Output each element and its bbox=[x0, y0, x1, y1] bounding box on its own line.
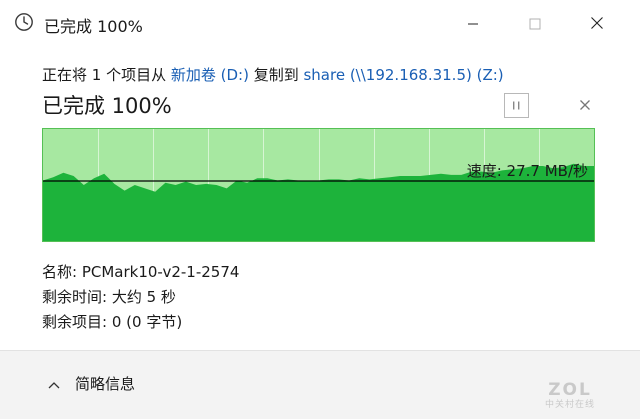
copy-description: 正在将 1 个项目从 新加卷 (D:) 复制到 share (\\192.168… bbox=[42, 64, 504, 85]
destination-link[interactable]: share (\\192.168.31.5) (Z:) bbox=[303, 66, 503, 84]
window-title: 已完成 100% bbox=[44, 17, 143, 36]
detail-row-name: 名称: PCMark10-v2-1-2574 bbox=[42, 260, 239, 285]
name-value: PCMark10-v2-1-2574 bbox=[81, 263, 240, 281]
pause-icon bbox=[511, 96, 522, 115]
maximize-button[interactable] bbox=[512, 8, 558, 40]
watermark-logo: ZOL bbox=[548, 380, 592, 400]
transfer-details: 名称: PCMark10-v2-1-2574 剩余时间: 大约 5 秒 剩余项目… bbox=[42, 260, 239, 335]
time-remaining-label: 剩余时间: bbox=[42, 288, 108, 306]
detail-row-items: 剩余项目: 0 (0 字节) bbox=[42, 310, 239, 335]
less-details-toggle[interactable]: 简略信息 bbox=[48, 373, 135, 394]
items-remaining-label: 剩余项目: bbox=[42, 313, 108, 331]
cancel-button[interactable] bbox=[572, 93, 597, 118]
minimize-icon bbox=[467, 15, 479, 34]
time-remaining-value: 大约 5 秒 bbox=[111, 288, 176, 306]
minimize-button[interactable] bbox=[450, 8, 496, 40]
copy-prefix: 正在将 1 个项目从 bbox=[42, 66, 171, 84]
close-window-button[interactable] bbox=[574, 8, 620, 40]
title-bar: 已完成 100% bbox=[0, 0, 640, 48]
close-icon bbox=[590, 15, 604, 34]
speed-label: 速度: 27.7 MB/秒 bbox=[466, 162, 588, 180]
progress-heading: 已完成 100% bbox=[42, 94, 172, 118]
watermark: ZOL 中关村在线 bbox=[538, 381, 602, 411]
detail-row-time: 剩余时间: 大约 5 秒 bbox=[42, 285, 239, 310]
items-remaining-value: 0 (0 字节) bbox=[111, 313, 183, 331]
clock-icon bbox=[14, 12, 34, 32]
name-label: 名称: bbox=[42, 263, 78, 281]
less-details-label: 简略信息 bbox=[75, 375, 136, 393]
maximize-icon bbox=[529, 15, 541, 34]
watermark-subtitle: 中关村在线 bbox=[544, 400, 595, 410]
transfer-graph-svg bbox=[43, 129, 594, 241]
chevron-up-icon bbox=[48, 375, 60, 393]
source-link[interactable]: 新加卷 (D:) bbox=[171, 66, 249, 84]
transfer-graph: 速度: 27.7 MB/秒 bbox=[42, 128, 595, 242]
close-icon bbox=[579, 96, 591, 115]
pause-button[interactable] bbox=[504, 93, 529, 118]
copy-middle: 复制到 bbox=[248, 66, 304, 84]
